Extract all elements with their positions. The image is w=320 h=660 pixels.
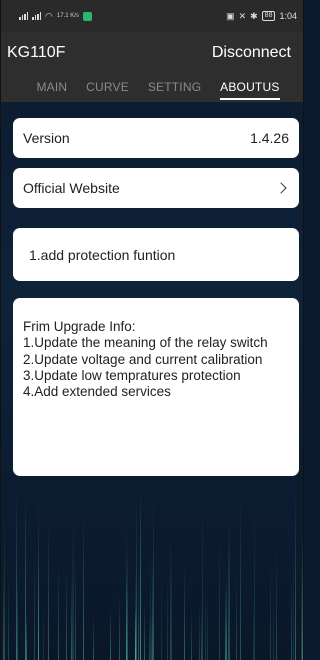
light-streak [161,576,162,660]
version-label: Version [23,130,70,146]
light-streak [17,568,18,660]
light-streak [58,561,59,660]
light-streak [93,616,94,660]
wifi-icon: ◠ [45,10,53,21]
firmware-info-line: Frim Upgrade Info: [23,319,136,334]
light-streak [302,528,303,660]
light-streak [151,613,152,660]
light-streak [8,575,9,660]
light-streak [273,583,274,660]
light-streak [34,553,35,660]
light-streak [205,581,206,660]
light-streak [149,611,150,660]
bluetooth-icon: ✱ [250,10,258,21]
disconnect-button[interactable]: Disconnect [212,44,291,62]
light-streak [270,554,271,660]
light-streak [136,496,137,660]
firmware-info-line: 1.Update the meaning of the relay switch [23,335,268,351]
light-streak [293,548,294,660]
light-streak [75,558,76,660]
light-streak [276,546,277,660]
status-right: ▣ ✕ ✱ 88 1:04 [226,11,297,22]
light-streak [202,498,203,660]
chevron-right-icon [275,182,287,194]
version-value: 1.4.26 [250,130,289,146]
tab-main[interactable]: MAIN [36,74,67,94]
light-streak [240,492,241,660]
firmware-info-line: 3.Update low tempratures protection [23,367,241,383]
light-streak [170,529,171,660]
light-streak [167,574,168,660]
tab-bar: MAIN CURVE SETTING ABOUTUS [1,74,303,102]
device-title: KG110F [7,44,66,61]
official-website-row[interactable]: Official Website [13,168,299,208]
clock: 1:04 [279,11,297,21]
light-streak [48,521,49,660]
light-streak [71,579,72,660]
network-speed: 17.1 K/s [56,13,79,19]
light-streak [4,514,5,660]
light-streak [184,564,185,660]
light-streak [140,485,141,660]
light-streak [219,531,220,660]
light-streak [291,575,292,660]
signal-1-icon [19,12,28,20]
light-streak [254,502,255,660]
background-light-streaks [1,470,303,660]
light-streak [144,602,145,660]
nfc-icon: ▣ [226,10,235,21]
light-streak [207,596,208,660]
update-note-card: 1.add protection funtion [13,228,299,281]
app-header: KG110F Disconnect [1,32,303,74]
light-streak [43,597,44,660]
app-notification-icon [82,11,92,21]
status-bar: ◠ 17.1 K/s ▣ ✕ ✱ 88 1:04 [1,0,303,32]
app-screen: ◠ 17.1 K/s ▣ ✕ ✱ 88 1:04 KG110F Disconne… [0,0,304,660]
light-streak [229,510,230,660]
tab-curve[interactable]: CURVE [86,74,129,94]
website-label: Official Website [23,180,120,196]
light-streak [191,608,192,660]
signal-2-icon [32,12,41,20]
tab-aboutus[interactable]: ABOUTUS [220,74,280,100]
firmware-info-line: 4.Add extended services [23,384,171,400]
tab-setting[interactable]: SETTING [148,74,201,94]
light-streak [119,594,120,660]
light-streak [110,609,111,660]
light-streak [26,610,27,660]
mute-icon: ✕ [238,10,247,21]
firmware-info-line: 2.Update voltage and current calibration [23,351,263,367]
battery-icon: 88 [261,11,276,21]
status-left: ◠ 17.1 K/s [19,11,92,22]
light-streak [66,565,67,660]
firmware-info-card: Frim Upgrade Info: 1.Update the meaning … [13,298,299,476]
update-note: 1.add protection funtion [29,246,176,263]
light-streak [236,571,237,660]
version-card: Version 1.4.26 [13,118,299,158]
light-streak [73,516,74,660]
light-streak [295,490,296,660]
light-streak [153,493,154,660]
light-streak [226,573,227,660]
light-streak [38,494,39,660]
light-streak [83,513,84,660]
light-streak [171,552,172,660]
light-streak [127,550,128,660]
light-streak [199,601,200,660]
light-streak [138,558,139,660]
